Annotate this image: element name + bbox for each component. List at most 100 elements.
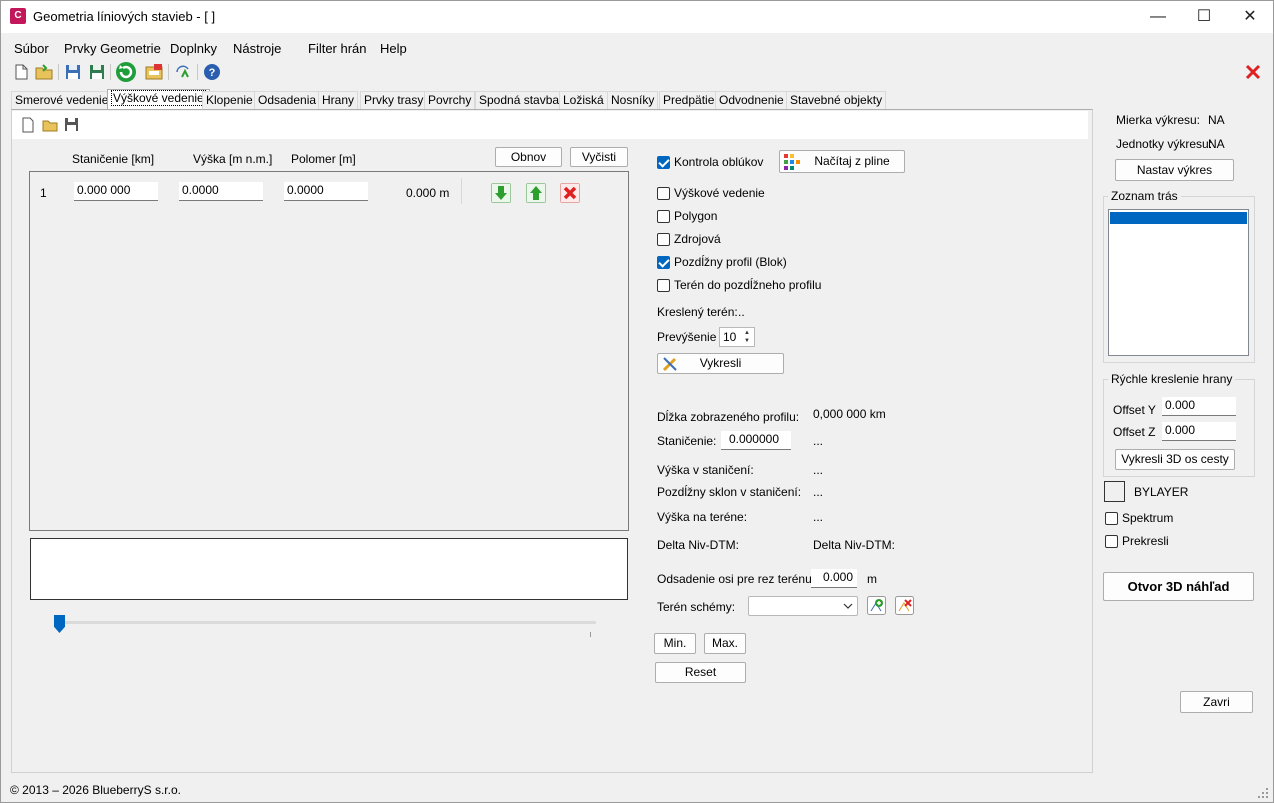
height-at-station-label: Výška v staničení: (657, 463, 754, 477)
tab-prvky-trasy[interactable]: Prvky trasy (360, 91, 428, 109)
load-pline-button[interactable]: Načítaj z pline (779, 150, 905, 173)
add-terrain-icon[interactable] (867, 596, 886, 615)
station-label: Staničenie: (657, 434, 717, 448)
main-toolbar: ? (1, 61, 1273, 85)
pick-point-icon[interactable] (174, 63, 192, 81)
save-icon[interactable] (64, 63, 82, 81)
routes-title: Zoznam trás (1108, 189, 1181, 203)
station-field[interactable]: 0.000000 (721, 431, 791, 450)
vertical-alignment-checkbox[interactable] (657, 187, 670, 200)
redraw-checkbox[interactable] (1105, 535, 1118, 548)
exaggeration-label: Prevýšenie (657, 330, 717, 344)
message-box[interactable] (30, 538, 628, 600)
refresh-button[interactable]: Obnov (495, 147, 562, 167)
exaggeration-spinner[interactable]: 10 ▲ ▼ (719, 327, 755, 347)
app-window: C Geometria líniových stavieb - [ ] — ☐ … (0, 0, 1274, 803)
maximize-button[interactable]: ☐ (1181, 1, 1227, 33)
tab-label: Stavebné objekty (790, 93, 883, 107)
menu-doplnky[interactable]: Doplnky (170, 41, 217, 56)
spin-up-icon[interactable]: ▲ (741, 329, 753, 337)
redraw-label: Prekresli (1122, 534, 1169, 548)
spectrum-checkbox[interactable] (1105, 512, 1118, 525)
refresh-icon[interactable] (115, 61, 137, 83)
window-title: Geometria líniových stavieb - [ ] (33, 9, 216, 24)
new-file-icon[interactable] (12, 63, 30, 81)
arrow-down-icon[interactable] (491, 183, 511, 203)
svg-text:?: ? (209, 67, 216, 79)
spectrum-label: Spektrum (1122, 511, 1174, 525)
tab-loziska[interactable]: Ložiská (559, 91, 608, 109)
open-folder-icon[interactable] (42, 117, 58, 133)
tab-hrany[interactable]: Hrany (318, 91, 359, 109)
close-red-icon[interactable] (1245, 64, 1261, 80)
radius-input[interactable]: 0.0000 (284, 182, 368, 201)
minimize-button[interactable]: — (1135, 1, 1181, 33)
curve-check-checkbox[interactable] (657, 156, 670, 169)
max-button[interactable]: Max. (704, 633, 746, 654)
vertical-alignment-label: Výškové vedenie (674, 186, 765, 200)
save-as-icon[interactable] (88, 63, 106, 81)
scheme-terrain-label: Terén schémy: (657, 600, 736, 614)
layer-color-swatch[interactable] (1104, 481, 1125, 502)
menu-filter-hran[interactable]: Filter hrán (308, 41, 367, 56)
tab-stavebne-objekty[interactable]: Stavebné objekty (786, 91, 887, 109)
routes-list[interactable] (1108, 209, 1249, 356)
tab-vyskove-vedenie[interactable]: Výškové vedenie (107, 89, 210, 109)
tab-smerove-vedenie[interactable]: Smerové vedenie (11, 91, 113, 109)
open-folder-icon[interactable] (35, 63, 53, 81)
close-window-button[interactable]: ✕ (1227, 1, 1273, 33)
offset-z-input[interactable]: 0.000 (1162, 422, 1236, 441)
terrain-to-profile-checkbox[interactable] (657, 279, 670, 292)
min-button[interactable]: Min. (654, 633, 696, 654)
clear-button[interactable]: Vyčisti (570, 147, 628, 167)
tab-predpatie[interactable]: Predpätie (659, 91, 719, 109)
tab-klopenie[interactable]: Klopenie (202, 91, 257, 109)
profile-slider-track[interactable] (59, 621, 596, 624)
export-icon[interactable] (145, 63, 163, 81)
list-item[interactable] (1110, 212, 1247, 224)
station-input[interactable]: 0.000 000 (74, 182, 158, 201)
draw-3d-axis-button[interactable]: Vykresli 3D os cesty (1115, 449, 1235, 470)
help-icon[interactable]: ? (203, 63, 221, 81)
remove-terrain-icon[interactable] (895, 596, 914, 615)
menu-nastroje[interactable]: Nástroje (233, 41, 281, 56)
offset-z-label: Offset Z (1113, 425, 1156, 439)
tab-povrchy[interactable]: Povrchy (424, 91, 476, 109)
save-icon[interactable] (64, 117, 80, 133)
arrow-up-icon[interactable] (526, 183, 546, 203)
reset-button[interactable]: Reset (655, 662, 746, 683)
menu-prvky-geometrie[interactable]: Prvky Geometrie (64, 41, 161, 56)
source-checkbox[interactable] (657, 233, 670, 246)
axis-offset-input[interactable]: 0.000 (811, 569, 857, 588)
new-file-icon[interactable] (20, 117, 36, 133)
offset-y-input[interactable]: 0.000 (1162, 397, 1236, 416)
polygon-checkbox[interactable] (657, 210, 670, 223)
draw-label: Vykresli (699, 356, 742, 370)
profile-length-label: Dĺžka zobrazeného profilu: (657, 410, 800, 424)
tab-nosniky[interactable]: Nosníky (607, 91, 659, 109)
close-button[interactable]: Zavri (1180, 691, 1253, 713)
tab-label: Povrchy (428, 93, 472, 107)
menu-help[interactable]: Help (380, 41, 407, 56)
tab-odsadenia[interactable]: Odsadenia (254, 91, 321, 109)
tab-label: Hrany (322, 93, 355, 107)
height-input[interactable]: 0.0000 (179, 182, 263, 201)
delete-icon[interactable] (560, 183, 580, 203)
tab-label: Prvky trasy (364, 93, 424, 107)
segment-length: 0.000 m (406, 186, 450, 200)
draw-button[interactable]: Vykresli (657, 353, 784, 374)
resize-grip-icon[interactable] (1257, 787, 1269, 799)
menu-subor[interactable]: Súbor (14, 41, 49, 56)
tab-label: Smerové vedenie (15, 93, 109, 107)
tab-spodna-stavba[interactable]: Spodná stavba (475, 91, 564, 109)
long-profile-checkbox[interactable] (657, 256, 670, 269)
set-drawing-button[interactable]: Nastav výkres (1115, 159, 1234, 181)
spin-down-icon[interactable]: ▼ (741, 337, 753, 345)
points-table: 1 0.000 000 0.0000 0.0000 0.000 m (29, 171, 629, 531)
open-3d-preview-button[interactable]: Otvor 3D náhľad (1103, 572, 1254, 601)
tab-odvodnenie[interactable]: Odvodnenie (715, 91, 788, 109)
profile-length-value: 0,000 000 km (813, 407, 886, 421)
load-pline-label: Načítaj z pline (814, 154, 890, 168)
tab-label: Nosníky (611, 93, 655, 107)
scheme-terrain-select[interactable] (748, 596, 858, 616)
